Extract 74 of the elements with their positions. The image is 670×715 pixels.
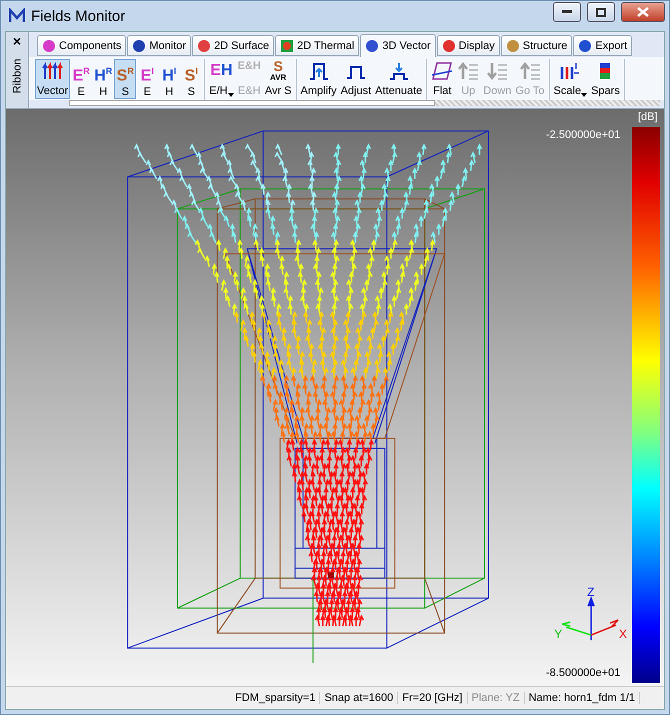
close-icon — [637, 7, 649, 17]
arrows-icon — [518, 61, 541, 81]
tab-icon — [132, 38, 146, 52]
status-field: Name: horn1_fdm 1/1 — [524, 692, 640, 704]
scale-min-label: -8.500000e+01 — [546, 667, 620, 679]
vector-field-icon — [42, 61, 64, 81]
sparsity-icon — [598, 61, 612, 81]
status-field: FDM_sparsity=1 — [231, 692, 320, 704]
axis-label: Z — [587, 585, 594, 600]
maximize-icon — [596, 8, 606, 16]
scale-max-label: -2.500000e+01 — [546, 129, 620, 141]
minimize-button[interactable] — [553, 2, 581, 22]
ribbon-label: Ribbon — [11, 58, 23, 94]
toolbar-button[interactable]: EH E/H — [207, 59, 236, 99]
minimize-icon — [562, 10, 572, 14]
ribbon-tab[interactable]: Components — [37, 35, 126, 56]
close-button[interactable] — [621, 2, 665, 22]
toolbar-button[interactable]: H$^{R}$ H — [92, 59, 114, 99]
scale-icon — [559, 61, 582, 81]
status-field: Fr=20 [GHz] — [398, 692, 468, 704]
plane-icon — [431, 61, 454, 81]
ribbon-close-button[interactable]: × — [7, 32, 27, 50]
axis-label: Y — [554, 627, 562, 642]
status-field: Plane: YZ — [468, 692, 525, 704]
ribbon-scrollbar[interactable] — [69, 100, 660, 106]
field-glyph-icon: S AVR — [270, 61, 286, 83]
amplify-icon — [308, 61, 330, 81]
axis-triad-drawing — [561, 596, 619, 641]
tab-icon — [506, 38, 520, 52]
field-glyph-icon: E$^{R}$ — [72, 61, 90, 86]
toolbar-button[interactable]: Amplify — [298, 59, 339, 99]
arrow-up-icon — [457, 61, 480, 81]
toolbar-button[interactable]: H$^{I}$ H — [158, 59, 180, 99]
ribbon-tab[interactable]: 3D Vector — [360, 34, 436, 57]
toolbar-button[interactable]: Scale — [552, 59, 590, 99]
field-glyph-icon: H$^{I}$ — [162, 61, 176, 86]
ribbon-tab[interactable]: 2D Thermal — [275, 35, 360, 56]
scrollbar-thumb[interactable] — [69, 100, 436, 106]
toolbar-button[interactable]: Adjust — [338, 59, 374, 99]
3d-viewport[interactable]: Z Y X [dB] -2.500000e+01 -8.500000e+01 — [6, 109, 664, 686]
field-glyph-icon: S$^{R}$ — [116, 61, 134, 86]
toolbar-button[interactable]: Attenuate — [373, 59, 424, 99]
toolbar-button[interactable]: E$^{R}$ E — [70, 59, 92, 99]
toolbar-button[interactable]: Vector — [35, 59, 70, 99]
app-logo-icon — [9, 8, 25, 24]
toolbar-button[interactable]: E$^{I}$ E — [136, 59, 158, 99]
toolbar-button[interactable]: S AVR Avr S — [262, 59, 294, 99]
field-glyph-icon: H$^{R}$ — [94, 61, 112, 86]
ribbon-tab[interactable]: Display — [436, 35, 500, 56]
field-glyph-icon: E&H — [238, 61, 261, 83]
window-title: Fields Monitor — [31, 8, 126, 24]
field-glyph-icon: S$^{I}$ — [184, 61, 198, 86]
toolbar-button[interactable]: S$^{I}$ S — [180, 59, 202, 99]
toolbar-button[interactable]: Spars — [589, 59, 622, 99]
unit-label: [dB] — [638, 111, 658, 123]
tab-icon — [442, 38, 456, 52]
tab-icon — [578, 38, 592, 52]
status-field: Snap at=1600 — [320, 692, 398, 704]
toolbar-button[interactable]: S$^{R}$ S — [114, 59, 136, 99]
attenuate-icon — [388, 61, 410, 81]
tab-icon — [197, 38, 212, 52]
tab-icon — [280, 38, 294, 52]
maximize-button[interactable] — [587, 2, 615, 22]
field-glyph-icon: E$^{I}$ — [140, 61, 154, 86]
ribbon-tab[interactable]: Monitor — [127, 35, 192, 56]
toolbar-button[interactable]: Flat — [429, 59, 456, 99]
arrow-down-icon — [486, 61, 508, 81]
tab-icon — [365, 39, 380, 53]
field-glyph-icon: EH — [210, 61, 233, 81]
ribbon-tab[interactable]: Export — [573, 35, 632, 56]
ribbon-tab[interactable]: 2D Surface — [192, 35, 274, 56]
tab-icon — [42, 38, 56, 52]
axis-label: X — [619, 627, 628, 642]
ribbon-tab[interactable]: Structure — [500, 35, 572, 56]
